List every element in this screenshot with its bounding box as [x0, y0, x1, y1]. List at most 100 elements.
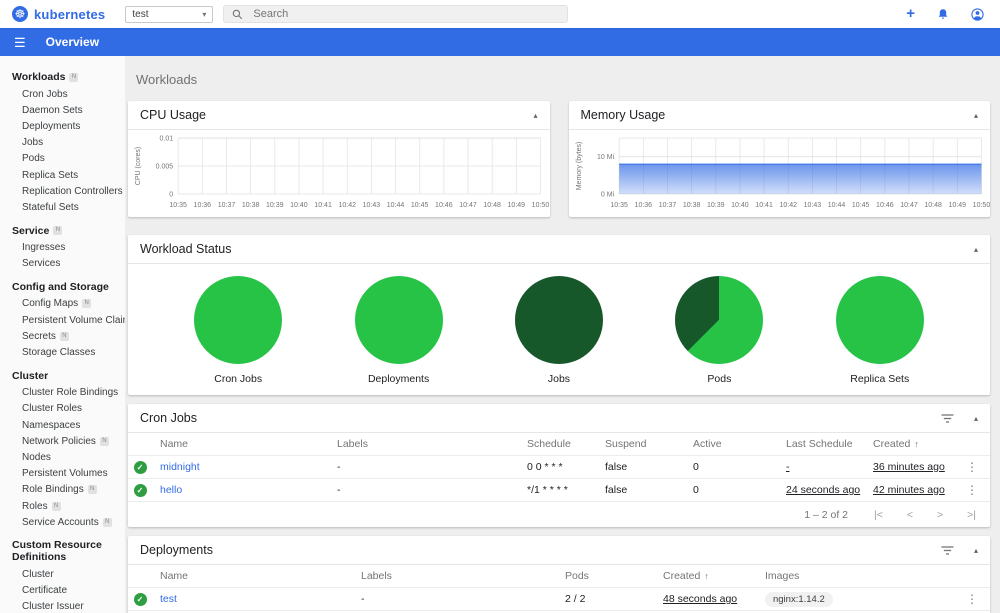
svg-text:Memory (bytes): Memory (bytes) [576, 142, 583, 191]
kubernetes-logo[interactable]: ☸ kubernetes [0, 6, 105, 22]
svg-text:10:48: 10:48 [483, 202, 501, 209]
sidebar-item-roles[interactable]: Roles N [0, 498, 125, 514]
collapse-caret-icon[interactable]: ▴ [533, 111, 537, 120]
collapse-caret-icon[interactable]: ▴ [974, 111, 978, 120]
sidebar-section-custom-resource-definitions[interactable]: Custom Resource Definitions [0, 535, 125, 566]
main-content: Workloads CPU Usage ▴ 0 0.005 0.01 10:35 10:… [125, 56, 1000, 613]
last_schedule-link[interactable]: 24 seconds ago [786, 484, 860, 496]
created-cell: 48 seconds ago [663, 593, 765, 605]
sidebar-item-replica-sets[interactable]: Replica Sets [0, 167, 125, 183]
sidebar-item-replication-controllers[interactable]: Replication Controllers [0, 183, 125, 199]
svg-text:10:50: 10:50 [532, 202, 550, 209]
namespaced-badge: N [51, 501, 61, 511]
sidebar-item-persistent-volume-claims[interactable]: Persistent Volume ClaimsN [0, 312, 125, 328]
created-link[interactable]: 42 minutes ago [873, 484, 945, 496]
menu-hamburger-icon[interactable]: ☰ [14, 36, 26, 49]
cpu-usage-chart: 0 0.005 0.01 10:35 10:36 10:37 10:38 10:39 10:40… [135, 136, 550, 209]
sidebar-item-jobs[interactable]: Jobs [0, 135, 125, 151]
sidebar-section-workloads[interactable]: Workloads N [0, 67, 125, 86]
create-resource-button[interactable]: + [906, 6, 915, 21]
app-toolbar: ☸ kubernetes test ▾ + [0, 0, 1000, 28]
collapse-caret-icon[interactable]: ▴ [974, 414, 978, 423]
sidebar-item-services[interactable]: Services [0, 256, 125, 272]
workload-pie-pods: Pods [659, 276, 779, 385]
memory-usage-title: Memory Usage [580, 108, 666, 122]
column-header-created[interactable]: Created ↑ [873, 438, 962, 450]
sidebar-section-service[interactable]: Service N [0, 221, 125, 240]
svg-text:10:37: 10:37 [218, 202, 236, 209]
column-header-active: Active [693, 438, 722, 450]
search-bar[interactable] [223, 5, 569, 23]
workload-status-card: Workload Status ▴ Cron Jobs Deployments Jo… [128, 235, 990, 395]
created-link[interactable]: 48 seconds ago [663, 593, 737, 605]
collapse-caret-icon[interactable]: ▴ [974, 546, 978, 555]
sidebar-item-cluster-roles[interactable]: Cluster Roles [0, 401, 125, 417]
sidebar-item-cluster-issuer[interactable]: Cluster Issuer [0, 599, 125, 613]
pie-chart [514, 276, 603, 364]
namespace-select[interactable]: test ▾ [125, 5, 214, 23]
svg-text:10:44: 10:44 [387, 202, 405, 209]
next-page-button[interactable]: > [937, 509, 943, 521]
resource-name-link[interactable]: midnight [160, 461, 200, 473]
last-page-button[interactable]: >| [967, 509, 976, 521]
notifications-bell-icon[interactable] [937, 8, 949, 21]
labels-cell: - [337, 461, 341, 473]
sidebar-item-stateful-sets[interactable]: Stateful Sets [0, 199, 125, 215]
sidebar-item-config-maps[interactable]: Config Maps N [0, 296, 125, 312]
svg-text:10:46: 10:46 [876, 202, 894, 209]
svg-text:10:40: 10:40 [731, 202, 749, 209]
filter-icon[interactable] [941, 545, 954, 555]
status-cell: ✓ [128, 460, 160, 474]
svg-text:0.005: 0.005 [156, 164, 174, 171]
sidebar-item-nodes[interactable]: Nodes [0, 449, 125, 465]
sidebar-item-role-bindings[interactable]: Role Bindings N [0, 482, 125, 498]
svg-text:10:36: 10:36 [634, 202, 652, 209]
svg-text:10:42: 10:42 [779, 202, 797, 209]
sidebar-item-ingresses[interactable]: Ingresses [0, 240, 125, 256]
search-input[interactable] [253, 8, 560, 20]
pie-chart [194, 276, 283, 364]
resource-name-link[interactable]: test [160, 593, 177, 605]
workload-status-title: Workload Status [140, 242, 232, 256]
row-menu-button[interactable]: ⋮ [962, 483, 990, 497]
filter-icon[interactable] [941, 413, 954, 423]
sidebar-item-storage-classes[interactable]: Storage Classes [0, 344, 125, 360]
sidebar-section-config-and-storage[interactable]: Config and Storage [0, 277, 125, 296]
sidebar-item-service-accounts[interactable]: Service Accounts N [0, 514, 125, 530]
pie-chart [354, 276, 443, 364]
column-header-last_schedule: Last Schedule [786, 438, 853, 450]
prev-page-button[interactable]: < [907, 509, 913, 521]
row-menu-button[interactable]: ⋮ [962, 460, 990, 474]
sidebar-item-cron-jobs[interactable]: Cron Jobs [0, 86, 125, 102]
sidebar-item-deployments[interactable]: Deployments [0, 118, 125, 134]
sidebar-item-daemon-sets[interactable]: Daemon Sets [0, 102, 125, 118]
svg-text:0.01: 0.01 [160, 136, 174, 143]
sidebar-item-pods[interactable]: Pods [0, 151, 125, 167]
svg-text:0: 0 [169, 192, 173, 199]
sidebar-item-certificate[interactable]: Certificate [0, 583, 125, 599]
svg-text:CPU (cores): CPU (cores) [135, 147, 142, 185]
sidebar-item-cluster-role-bindings[interactable]: Cluster Role Bindings [0, 385, 125, 401]
sidebar-section-cluster[interactable]: Cluster [0, 366, 125, 385]
pie-chart [675, 276, 764, 364]
cpu-usage-card: CPU Usage ▴ 0 0.005 0.01 10:35 10:36 10:37 10:… [128, 101, 550, 217]
sidebar-item-cluster[interactable]: Cluster [0, 566, 125, 582]
sidebar-item-network-policies[interactable]: Network Policies N [0, 433, 125, 449]
column-header-labels: Labels [360, 570, 392, 582]
sidebar-item-secrets[interactable]: Secrets N [0, 328, 125, 344]
sidebar-item-namespaces[interactable]: Namespaces [0, 417, 125, 433]
user-account-icon[interactable] [971, 7, 984, 21]
namespaced-badge: N [102, 517, 112, 527]
column-header-created[interactable]: Created ↑ [663, 570, 765, 582]
svg-text:10:50: 10:50 [972, 202, 990, 209]
last_schedule-link[interactable]: - [786, 461, 790, 473]
column-header-pods: Pods [564, 570, 589, 582]
row-menu-button[interactable]: ⋮ [962, 592, 990, 606]
resource-name-link[interactable]: hello [160, 484, 182, 496]
svg-text:10:47: 10:47 [459, 202, 477, 209]
sidebar-item-persistent-volumes[interactable]: Persistent Volumes [0, 466, 125, 482]
first-page-button[interactable]: |< [874, 509, 883, 521]
collapse-caret-icon[interactable]: ▴ [974, 245, 978, 254]
created-link[interactable]: 36 minutes ago [873, 461, 945, 473]
pie-label: Pods [707, 373, 732, 385]
